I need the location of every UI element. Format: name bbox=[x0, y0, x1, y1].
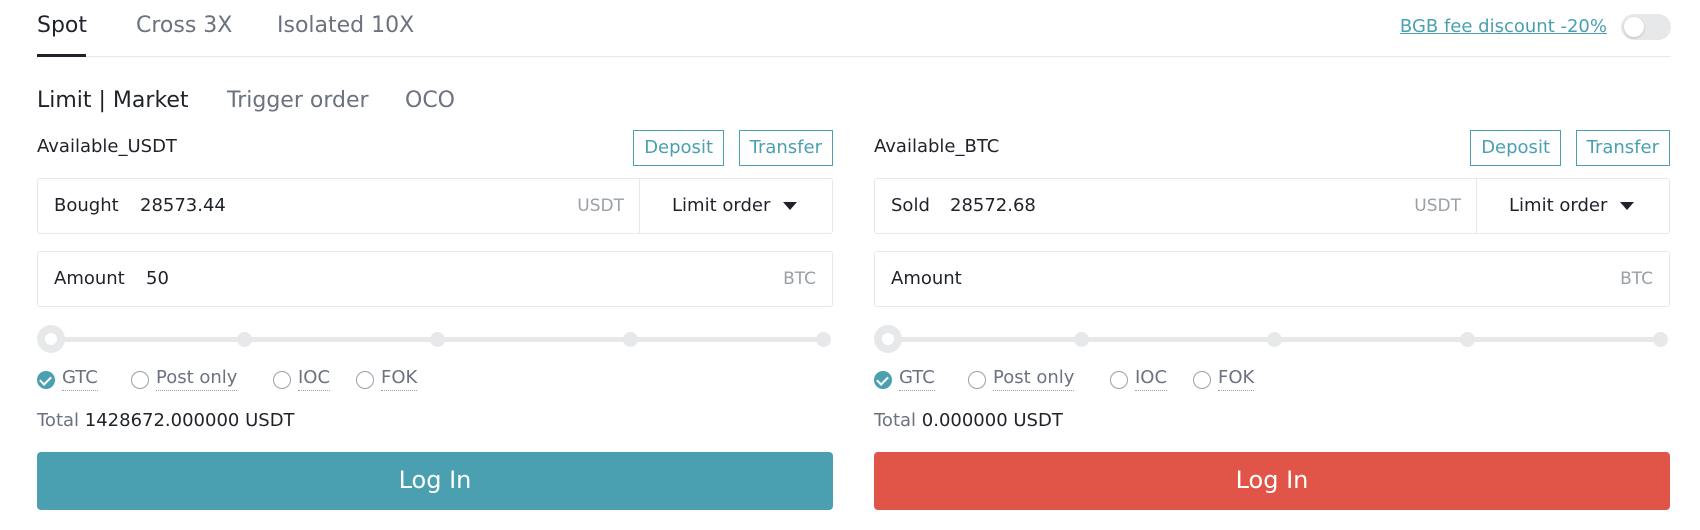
caret-down-icon bbox=[1620, 202, 1634, 210]
buy-price-input[interactable]: Bought 28573.44 USDT Limit order bbox=[37, 178, 833, 234]
total-label: Total bbox=[874, 410, 922, 431]
tif-label: GTC bbox=[62, 366, 98, 391]
price-field-value[interactable]: 28572.68 bbox=[950, 195, 1036, 216]
tab-oco[interactable]: OCO bbox=[405, 88, 455, 113]
sell-deposit-button[interactable]: Deposit bbox=[1470, 130, 1561, 166]
amount-unit: BTC bbox=[1620, 269, 1653, 289]
sell-total: Total 0.000000 USDT bbox=[874, 410, 1063, 431]
price-unit: USDT bbox=[577, 196, 624, 216]
tab-limit-market[interactable]: Limit | Market bbox=[37, 88, 189, 113]
radio-icon bbox=[968, 371, 986, 389]
tab-isolated-10x[interactable]: Isolated 10X bbox=[277, 13, 414, 38]
slider-step-50[interactable] bbox=[1267, 332, 1282, 347]
slider-step-75[interactable] bbox=[623, 332, 638, 347]
price-unit: USDT bbox=[1414, 196, 1461, 216]
available-btc-label: Available_BTC bbox=[874, 136, 1000, 157]
slider-step-25[interactable] bbox=[237, 332, 252, 347]
sell-amount-input[interactable]: Amount BTC bbox=[874, 251, 1670, 307]
margin-mode-tabs: Spot Cross 3X Isolated 10X BGB fee disco… bbox=[37, 0, 1671, 57]
radio-icon bbox=[1193, 371, 1211, 389]
price-field-label: Sold bbox=[891, 195, 930, 216]
sell-panel: Available_BTC Deposit Transfer Sold 2857… bbox=[874, 130, 1670, 510]
buy-transfer-button[interactable]: Transfer bbox=[738, 130, 833, 166]
price-field-value[interactable]: 28573.44 bbox=[140, 195, 226, 216]
fee-discount-toggle[interactable] bbox=[1621, 14, 1671, 40]
buy-deposit-button[interactable]: Deposit bbox=[633, 130, 724, 166]
amount-field-value[interactable]: 50 bbox=[146, 268, 169, 289]
buy-amount-input[interactable]: Amount 50 BTC bbox=[37, 251, 833, 307]
tif-label: GTC bbox=[899, 366, 935, 391]
slider-step-100[interactable] bbox=[816, 332, 831, 347]
radio-icon bbox=[273, 371, 291, 389]
bgb-fee-discount-link[interactable]: BGB fee discount -20% bbox=[1400, 16, 1607, 37]
buy-order-type-select[interactable]: Limit order bbox=[639, 179, 832, 233]
tif-label: IOC bbox=[298, 366, 331, 391]
total-value: 1428672.000000 USDT bbox=[84, 410, 295, 431]
tab-spot[interactable]: Spot bbox=[37, 13, 87, 38]
total-value: 0.000000 USDT bbox=[921, 410, 1063, 431]
slider-step-25[interactable] bbox=[1074, 332, 1089, 347]
slider-step-50[interactable] bbox=[430, 332, 445, 347]
radio-icon bbox=[1110, 371, 1128, 389]
sell-order-type-select[interactable]: Limit order bbox=[1476, 179, 1669, 233]
slider-step-75[interactable] bbox=[1460, 332, 1475, 347]
total-label: Total bbox=[37, 410, 85, 431]
checkbox-checked-icon bbox=[37, 371, 55, 389]
order-type-value: Limit order bbox=[672, 195, 771, 216]
tab-cross-3x[interactable]: Cross 3X bbox=[136, 13, 232, 38]
active-tab-indicator bbox=[37, 54, 86, 57]
toggle-knob bbox=[1624, 17, 1644, 37]
price-field-label: Bought bbox=[54, 195, 119, 216]
sell-transfer-button[interactable]: Transfer bbox=[1575, 130, 1670, 166]
order-type-value: Limit order bbox=[1509, 195, 1608, 216]
slider-handle[interactable] bbox=[37, 325, 65, 353]
slider-step-100[interactable] bbox=[1653, 332, 1668, 347]
slider-handle[interactable] bbox=[874, 325, 902, 353]
tif-label: FOK bbox=[381, 366, 418, 391]
amount-field-label: Amount bbox=[54, 268, 125, 289]
sell-amount-slider[interactable] bbox=[874, 324, 1670, 354]
caret-down-icon bbox=[783, 202, 797, 210]
tab-trigger-order[interactable]: Trigger order bbox=[227, 88, 369, 113]
amount-unit: BTC bbox=[783, 269, 816, 289]
sell-price-input[interactable]: Sold 28572.68 USDT Limit order bbox=[874, 178, 1670, 234]
tif-label: Post only bbox=[156, 366, 238, 391]
tif-label: IOC bbox=[1135, 366, 1168, 391]
buy-amount-slider[interactable] bbox=[37, 324, 833, 354]
radio-icon bbox=[356, 371, 374, 389]
checkbox-checked-icon bbox=[874, 371, 892, 389]
amount-field-label: Amount bbox=[891, 268, 962, 289]
tif-label: Post only bbox=[993, 366, 1075, 391]
buy-login-button[interactable]: Log In bbox=[37, 452, 833, 510]
buy-panel: Available_USDT Deposit Transfer Bought 2… bbox=[37, 130, 833, 510]
buy-total: Total 1428672.000000 USDT bbox=[37, 410, 295, 431]
radio-icon bbox=[131, 371, 149, 389]
tif-label: FOK bbox=[1218, 366, 1255, 391]
available-usdt-label: Available_USDT bbox=[37, 136, 177, 157]
sell-login-button[interactable]: Log In bbox=[874, 452, 1670, 510]
